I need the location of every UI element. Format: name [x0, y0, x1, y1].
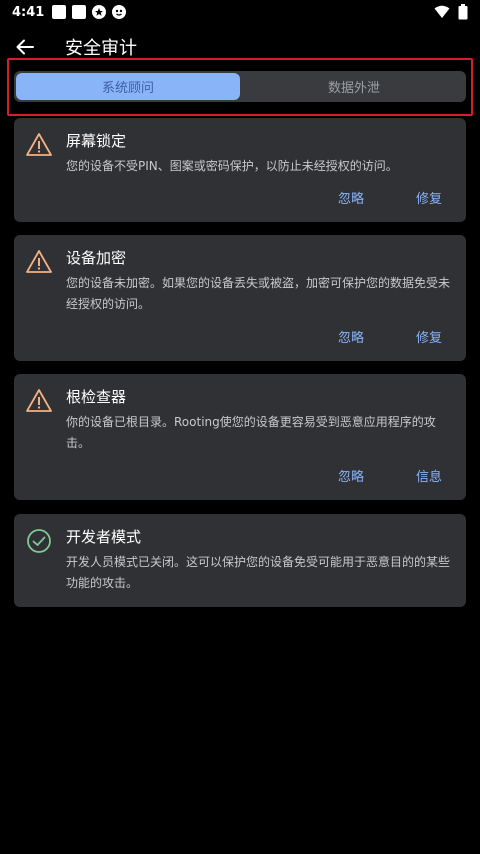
- card-description: 您的设备不受PIN、图案或密码保护，以防止未经授权的访问。: [66, 159, 398, 173]
- tab-bar: 系统顾问 数据外泄: [14, 71, 466, 102]
- card-title: 屏幕锁定: [66, 132, 127, 150]
- ignore-button[interactable]: 忽略: [338, 466, 364, 485]
- check-circle-icon: [27, 529, 51, 553]
- status-bar: 4:41: [0, 0, 480, 24]
- card-title: 根检查器: [66, 388, 127, 406]
- fix-button[interactable]: 修复: [416, 327, 442, 346]
- status-time: 4:41: [12, 4, 45, 20]
- ignore-button[interactable]: 忽略: [338, 327, 364, 346]
- card-actions: 忽略 信息: [338, 466, 442, 485]
- page-title: 安全审计: [65, 38, 137, 59]
- audit-card-device-encryption: 设备加密 您的设备未加密。如果您的设备丢失或被盗，加密可保护您的数据免受未经授权…: [14, 235, 466, 361]
- card-description: 开发人员模式已关闭。这可以保护您的设备免受可能用于恶意目的的某些功能的攻击。: [66, 555, 451, 590]
- info-button[interactable]: 信息: [416, 466, 442, 485]
- card-description: 你的设备已根目录。Rooting使您的设备更容易受到恶意应用程序的攻击。: [66, 415, 436, 450]
- card-actions: 忽略 修复: [338, 327, 442, 346]
- audit-card-developer-mode: 开发者模式 开发人员模式已关闭。这可以保护您的设备免受可能用于恶意目的的某些功能…: [14, 514, 466, 607]
- notification-icon: [52, 5, 67, 19]
- arrow-left-icon: [16, 39, 34, 55]
- tab-system-advisor[interactable]: 系统顾问: [16, 73, 240, 100]
- card-title: 开发者模式: [66, 528, 142, 546]
- badge-notification-icon: [92, 5, 107, 19]
- card-title: 设备加密: [66, 249, 127, 267]
- audit-card-root-checker: 根检查器 你的设备已根目录。Rooting使您的设备更容易受到恶意应用程序的攻击…: [14, 374, 466, 500]
- warning-icon: [26, 133, 52, 156]
- wifi-icon: [434, 5, 450, 18]
- warning-icon: [26, 389, 52, 412]
- security-audit-screen: 4:41 安全审计 系统顾问 数据外泄 屏幕锁定 您的设备不受PIN、图案或密码…: [0, 0, 480, 854]
- card-description: 您的设备未加密。如果您的设备丢失或被盗，加密可保护您的数据免受未经授权的访问。: [66, 276, 451, 311]
- ignore-button[interactable]: 忽略: [338, 188, 364, 207]
- notification-icon: [72, 5, 87, 19]
- system-icons: [434, 4, 468, 20]
- tab-data-breach[interactable]: 数据外泄: [242, 71, 466, 102]
- audit-card-screen-lock: 屏幕锁定 您的设备不受PIN、图案或密码保护，以防止未经授权的访问。 忽略 修复: [14, 118, 466, 222]
- battery-icon: [458, 4, 468, 20]
- fix-button[interactable]: 修复: [416, 188, 442, 207]
- warning-icon: [26, 250, 52, 273]
- card-actions: 忽略 修复: [338, 188, 442, 207]
- app-notification-icon: [112, 5, 127, 19]
